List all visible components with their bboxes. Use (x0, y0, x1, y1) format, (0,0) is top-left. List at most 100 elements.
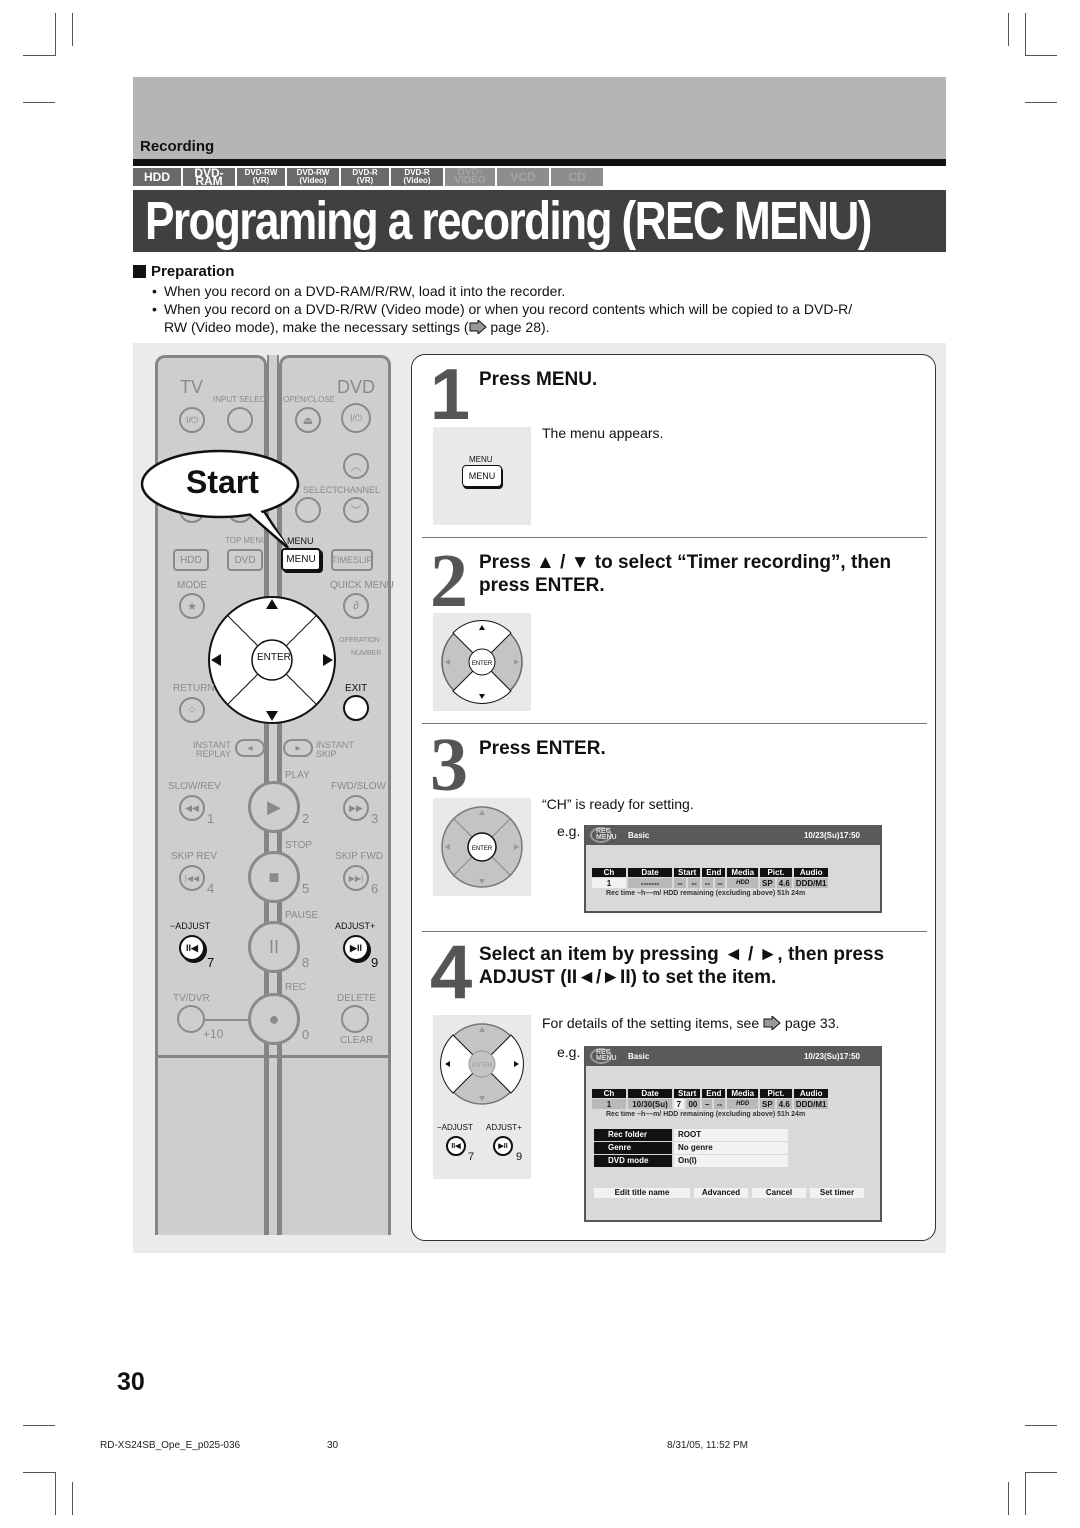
delete-label: DELETE (337, 993, 376, 1004)
instant-skip-label: INSTANT SKIP (316, 740, 354, 759)
rec-menu-logo-icon: REC MENU (590, 1048, 617, 1064)
dpad-illustration-updown: ENTER (433, 613, 531, 711)
crop-mark (23, 55, 55, 56)
osd-tab-basic: Basic (628, 830, 650, 840)
return-label: RETURN (173, 683, 215, 694)
preparation-heading: Preparation (133, 263, 234, 280)
crop-mark (1025, 1472, 1057, 1473)
page-ref-arrow-icon (763, 1016, 781, 1030)
delete-button[interactable] (341, 1005, 369, 1033)
channel-up-button[interactable]: ︿ (343, 453, 369, 479)
chevron-down-icon: ﹀ (350, 505, 362, 517)
tv-dvr-button[interactable] (177, 1005, 205, 1033)
cancel-button[interactable]: Cancel (752, 1188, 806, 1198)
svg-text:ENTER: ENTER (472, 846, 493, 852)
mode-button[interactable]: ★ (179, 593, 205, 619)
adjust-minus-button[interactable]: II◀ (179, 935, 205, 961)
media-tab-dvd-r-video: DVD-R (Video) (391, 168, 443, 186)
timer-table: Ch Date Start End Media Pict. Audio 1 10… (590, 1088, 830, 1110)
media-tab-dvd-video: DVD-VIDEO (445, 168, 495, 186)
channel-down-button[interactable]: ﹀ (343, 497, 369, 523)
quick-menu-icon: ∂ (353, 600, 359, 612)
remote-divider (155, 1055, 391, 1058)
number-label: NUMBER (351, 650, 382, 657)
step-number: 3 (430, 723, 468, 807)
instant-replay-button[interactable]: ◂ (235, 739, 265, 757)
header-band (133, 77, 946, 159)
crop-mark (1008, 1482, 1009, 1515)
crop-mark (23, 102, 55, 103)
osd-button-row: Edit title name Advanced Cancel Set time… (594, 1188, 872, 1198)
slow-rev-label: SLOW/REV (168, 781, 221, 792)
step-title: Press ENTER. (479, 738, 606, 759)
pause-button[interactable]: II (248, 921, 300, 973)
step-number: 4 (430, 930, 473, 1015)
enter-button-label[interactable]: ENTER (257, 652, 291, 663)
setting-rec-folder[interactable]: Rec folder ROOT (594, 1129, 880, 1141)
skip-rev-button[interactable]: |◀◀ (179, 865, 205, 891)
section-label: Recording (140, 138, 215, 155)
table-row: 1 10/30(Su) 7 00 – -- HDD SP 4.6 DDD/M1 (592, 1099, 829, 1109)
table-row: 1 ------- -- -- -- -- HDD SP 4.6 DDD/M1 (592, 878, 829, 888)
fwd-slow-button[interactable]: ▶▶ (343, 795, 369, 821)
operation-label: OPERATION (339, 637, 380, 644)
media-tab-dvd-rw-vr: DVD-RW (VR) (237, 168, 285, 186)
advanced-button[interactable]: Advanced (694, 1188, 748, 1198)
tv-power-button[interactable]: I/⏻ (179, 407, 205, 433)
remaining-time: Rec time –h––m/ HDD remaining (excluding… (606, 1111, 806, 1118)
rec-button[interactable]: ● (248, 993, 300, 1045)
stop-icon: ■ (268, 866, 280, 887)
step-description: For details of the setting items, see pa… (542, 1015, 840, 1031)
slow-rev-button[interactable]: ◀◀ (179, 795, 205, 821)
footer-timestamp: 8/31/05, 11:52 PM (667, 1440, 748, 1451)
connector-line (205, 1019, 248, 1021)
media-tab-dvd-rw-video: DVD-RW (Video) (287, 168, 339, 186)
skip-back-icon: |◀◀ (184, 873, 200, 883)
dvd-power-button[interactable]: I/⏻ (341, 403, 371, 433)
fwd-slow-label: FWD/SLOW (331, 781, 386, 792)
setting-dvd-mode[interactable]: DVD mode On(I) (594, 1155, 880, 1167)
step-title: Press MENU. (479, 369, 598, 390)
frame-back-icon: II◀ (186, 942, 198, 953)
exit-label: EXIT (345, 683, 368, 694)
stop-button[interactable]: ■ (248, 851, 300, 903)
skip-fwd-button[interactable]: ▶▶| (343, 865, 369, 891)
list-item: When you record on a DVD-R/RW (Video mod… (150, 300, 940, 336)
list-item: When you record on a DVD-RAM/R/RW, load … (150, 282, 940, 300)
page-title: Programing a recording (REC MENU) (145, 191, 872, 251)
media-tab-dvd-ram: DVD-RAM (183, 167, 235, 187)
setting-genre[interactable]: Genre No genre (594, 1142, 880, 1154)
dvd-button[interactable]: DVD (227, 549, 263, 571)
remaining-time: Rec time –h––m/ HDD remaining (excluding… (606, 890, 806, 897)
media-tab-dvd-r-vr: DVD-R (VR) (341, 168, 389, 186)
rec-menu-screen-step4: REC MENU Basic 10/23(Su)17:50 Ch Date St… (584, 1046, 882, 1222)
return-button[interactable]: ○ (179, 697, 205, 723)
edit-title-name-button[interactable]: Edit title name (594, 1188, 690, 1198)
menu-button[interactable]: MENU (281, 548, 321, 571)
number-7: 7 (468, 1151, 475, 1163)
hdd-button[interactable]: HDD (173, 549, 209, 571)
crop-mark (1025, 55, 1057, 56)
record-icon: ● (268, 1008, 280, 1029)
start-label: Start (186, 464, 259, 500)
skip-forward-icon: ▶▶| (348, 873, 364, 883)
play-button[interactable]: ▶ (248, 781, 300, 833)
input-select-button[interactable] (227, 407, 253, 433)
exit-button[interactable] (343, 695, 369, 721)
number-3: 3 (371, 811, 379, 826)
timeslip-button[interactable]: TIMESLIP (331, 549, 373, 571)
pause-label: PAUSE (285, 910, 319, 921)
crop-mark (72, 13, 73, 46)
footer-page: 30 (327, 1440, 339, 1451)
number-9: 9 (516, 1151, 523, 1163)
timer-table: Ch Date Start End Media Pict. Audio 1 --… (590, 867, 830, 889)
instant-skip-button[interactable]: ▸ (283, 739, 313, 757)
crop-mark (1008, 13, 1009, 46)
quick-menu-button[interactable]: ∂ (343, 593, 369, 619)
step-divider (422, 537, 927, 538)
set-timer-button[interactable]: Set timer (810, 1188, 864, 1198)
crop-mark (1025, 102, 1057, 103)
fast-forward-icon: ▶▶ (349, 802, 363, 813)
adjust-plus-button[interactable]: ▶II (343, 935, 369, 961)
eject-button[interactable]: ⏏ (295, 407, 321, 433)
